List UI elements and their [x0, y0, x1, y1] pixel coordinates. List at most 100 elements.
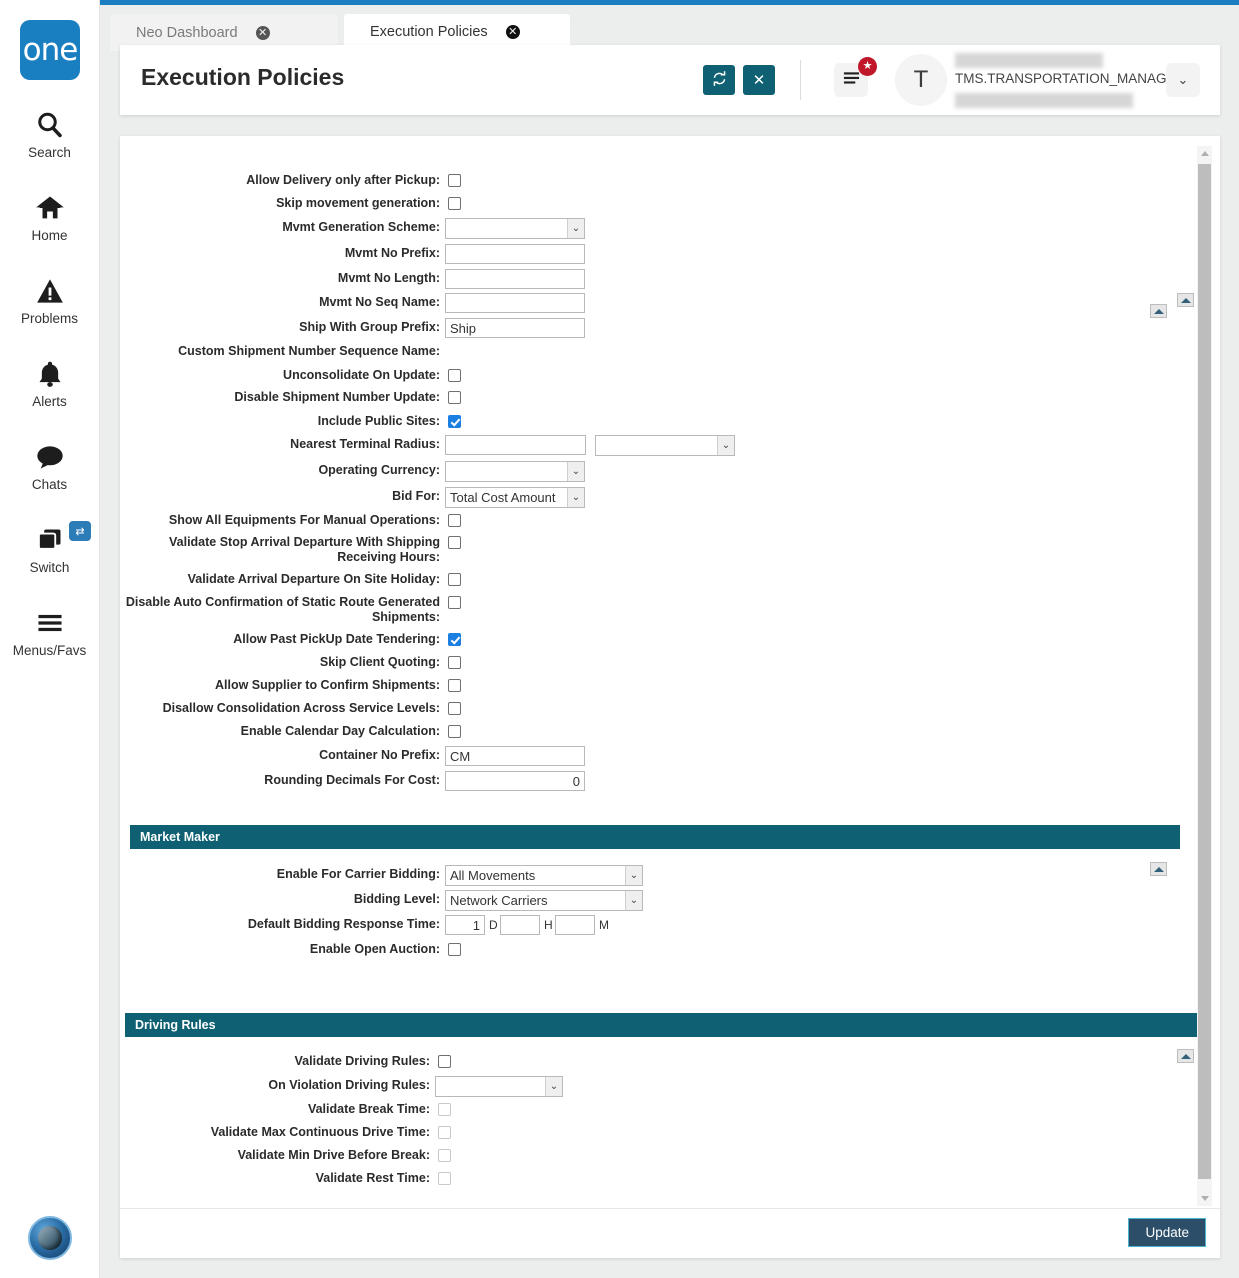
close-circle-icon[interactable]: ✕: [255, 25, 270, 40]
sidebar-item-home[interactable]: Home: [0, 183, 99, 249]
collapse-up-icon: [1153, 308, 1164, 314]
sidebar-item-problems[interactable]: Problems: [0, 266, 99, 332]
scroll-up-arrow-icon[interactable]: [1197, 146, 1212, 161]
allow-delivery-only-after-pickup-checkbox[interactable]: [448, 174, 461, 187]
validate-rest-time-checkbox: [438, 1172, 451, 1185]
field-label: Mvmt No Seq Name:: [319, 295, 440, 309]
field-label: Show All Equipments For Manual Operation…: [168, 513, 440, 527]
nearest-terminal-radius-input[interactable]: [445, 435, 586, 455]
select-value: Network Carriers: [450, 893, 548, 908]
sidebar-item-label: Switch: [29, 560, 70, 575]
page-title: Execution Policies: [141, 64, 345, 90]
bidding-response-minutes-input[interactable]: [555, 915, 595, 935]
field-label: Nearest Terminal Radius:: [290, 437, 440, 451]
chevron-down-icon: ⌄: [1177, 72, 1189, 87]
container-no-prefix-input[interactable]: [445, 746, 585, 766]
sidebar-item-alerts[interactable]: Alerts: [0, 349, 99, 415]
refresh-button[interactable]: [703, 65, 735, 95]
collapse-driving-rules-button[interactable]: [1177, 1049, 1194, 1063]
disable-shipment-number-update-checkbox[interactable]: [448, 391, 461, 404]
enable-open-auction-checkbox[interactable]: [448, 943, 461, 956]
field-label: Bid For:: [392, 489, 440, 503]
allow-past-pickup-date-tendering-checkbox[interactable]: [448, 633, 461, 646]
validate-driving-rules-checkbox[interactable]: [438, 1055, 451, 1068]
operating-currency-select[interactable]: ⌄: [445, 461, 585, 482]
close-button[interactable]: ✕: [743, 65, 775, 95]
field-label: Unconsolidate On Update:: [283, 368, 440, 382]
collapse-all-button[interactable]: [1177, 293, 1194, 307]
sidebar-item-label: Search: [28, 145, 71, 160]
mvmt-no-length-input[interactable]: [445, 269, 585, 289]
field-label: Validate Driving Rules:: [294, 1054, 430, 1068]
chevron-down-icon: ⌄: [545, 1077, 562, 1096]
chevron-down-icon: ⌄: [625, 866, 642, 885]
validate-break-time-checkbox: [438, 1103, 451, 1116]
skip-client-quoting-checkbox[interactable]: [448, 656, 461, 669]
list-menu-icon: [843, 71, 860, 90]
rail-item-list: Search Home Problems Alerts Chats ⇄ Swit…: [0, 100, 99, 681]
field-label: Allow Delivery only after Pickup:: [246, 173, 440, 187]
enable-calendar-day-calculation-checkbox[interactable]: [448, 725, 461, 738]
collapse-market-maker-button[interactable]: [1150, 862, 1167, 876]
close-circle-icon[interactable]: ✕: [505, 24, 520, 39]
mvmt-no-seq-name-input[interactable]: [445, 293, 585, 313]
field-label: Enable Calendar Day Calculation:: [240, 724, 440, 738]
field-label: Validate Rest Time:: [315, 1171, 430, 1185]
redacted-text-bottom: [955, 93, 1133, 108]
user-menu-button[interactable]: ⌄: [1166, 63, 1200, 97]
field-label: Validate Min Drive Before Break:: [237, 1148, 430, 1162]
page-header-card: Execution Policies ✕ ★ T TMS.TRANSPORTAT…: [120, 45, 1220, 115]
sidebar-item-search[interactable]: Search: [0, 100, 99, 166]
sidebar-item-menus-favs[interactable]: Menus/Favs: [0, 598, 99, 664]
one-network-logo[interactable]: one: [20, 20, 80, 80]
validate-max-continuous-drive-time-checkbox: [438, 1126, 451, 1139]
mvmt-no-prefix-input[interactable]: [445, 244, 585, 264]
form-scrollbar[interactable]: [1197, 146, 1212, 1206]
skip-movement-generation-checkbox[interactable]: [448, 197, 461, 210]
validate-arrival-departure-on-site-holiday-checkbox[interactable]: [448, 573, 461, 586]
scrollbar-thumb[interactable]: [1198, 164, 1211, 1179]
field-label: Mvmt Generation Scheme:: [282, 220, 440, 234]
field-label: Disallow Consolidation Across Service Le…: [162, 701, 440, 715]
bidding-level-select[interactable]: Network Carriers ⌄: [445, 890, 643, 911]
collapse-general-button[interactable]: [1150, 304, 1167, 318]
user-info-block: TMS.TRANSPORTATION_MANAGER: [955, 53, 1185, 108]
field-label: Bidding Level:: [353, 892, 440, 906]
sidebar-item-chats[interactable]: Chats: [0, 432, 99, 498]
collapse-up-icon: [1180, 297, 1191, 303]
rounding-decimals-for-cost-input[interactable]: [445, 771, 585, 791]
redacted-text-top: [955, 53, 1103, 68]
field-label: Skip movement generation:: [276, 196, 440, 210]
star-icon: ★: [858, 57, 877, 76]
field-label: Default Bidding Response Time:: [247, 917, 440, 931]
field-label: Allow Supplier to Confirm Shipments:: [215, 678, 440, 692]
form-footer: Update: [120, 1208, 1220, 1258]
bidding-response-hours-input[interactable]: [500, 915, 540, 935]
field-label: Include Public Sites:: [317, 414, 440, 428]
disallow-consolidation-across-service-levels-checkbox[interactable]: [448, 702, 461, 715]
field-label: Validate Max Continuous Drive Time:: [210, 1125, 430, 1139]
bidding-response-days-input[interactable]: [445, 915, 485, 935]
unconsolidate-on-update-checkbox[interactable]: [448, 369, 461, 382]
ai-assistant-orb-icon[interactable]: [28, 1216, 72, 1260]
allow-supplier-to-confirm-shipments-checkbox[interactable]: [448, 679, 461, 692]
validate-stop-arrival-departure-with-shipping-receiving-hours-checkbox[interactable]: [448, 536, 461, 549]
ship-with-group-prefix-input[interactable]: [445, 318, 585, 338]
tab-label: Execution Policies: [370, 23, 488, 40]
mvmt-generation-scheme-select[interactable]: ⌄: [445, 218, 585, 239]
bid-for-select[interactable]: Total Cost Amount ⌄: [445, 487, 585, 508]
scroll-down-arrow-icon[interactable]: [1197, 1191, 1212, 1206]
update-button[interactable]: Update: [1128, 1218, 1206, 1247]
nearest-terminal-radius-unit-select[interactable]: ⌄: [595, 435, 735, 456]
collapse-up-icon: [1153, 866, 1164, 872]
swap-arrows-icon[interactable]: ⇄: [69, 521, 91, 541]
sidebar-item-switch[interactable]: ⇄ Switch: [0, 515, 99, 581]
include-public-sites-checkbox[interactable]: [448, 415, 461, 428]
field-label: Mvmt No Length:: [337, 271, 440, 285]
enable-for-carrier-bidding-select[interactable]: All Movements ⌄: [445, 865, 643, 886]
avatar[interactable]: T: [895, 54, 947, 106]
show-all-equipments-for-manual-operations-checkbox[interactable]: [448, 514, 461, 527]
disable-auto-confirmation-of-static-route-generated-shipments-checkbox[interactable]: [448, 596, 461, 609]
x-icon: ✕: [752, 72, 766, 89]
on-violation-driving-rules-select[interactable]: ⌄: [435, 1076, 563, 1097]
